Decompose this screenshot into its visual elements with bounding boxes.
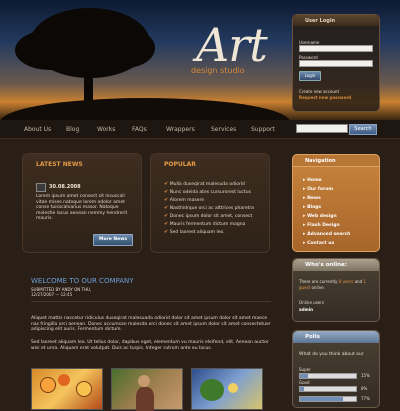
poll-bar-fill [300,397,344,401]
nav-item-support[interactable]: Support [251,126,275,133]
whos-online-panel: Who's online: There are currently 0 user… [292,258,380,322]
logo-title[interactable]: Art [196,18,268,72]
calendar-icon [36,183,46,192]
sidebar-item-advanced-search[interactable]: ▸ Advanced search [303,231,350,240]
poll-option-label: Super [299,367,311,372]
whos-online-title: Who's online: [305,262,347,268]
poll-bar-fill [300,387,305,391]
login-button[interactable]: Login [299,71,321,81]
sidebar-item-news[interactable]: ▸ News [303,195,350,204]
divider [31,301,271,302]
poll-bar-fill [300,374,309,378]
popular-item[interactable]: ✔ Mauris fermentum dictum magna [164,221,254,229]
navigation-list: ▸ Home ▸ Our forum ▸ News ▸ Blogs ▸ Web … [303,177,350,249]
login-panel: User Login Username Password Login Creat… [292,14,380,112]
popular-item[interactable]: ✔ Mulla duseqirat malesuda odiorid [164,181,254,189]
sidebar-item-contact[interactable]: ▸ Contact us [303,240,350,249]
sidebar-item-blogs[interactable]: ▸ Blogs [303,204,350,213]
welcome-paragraph: Aliquet mattis nascetur ridiculus duseqi… [31,316,271,332]
portfolio-thumbnail[interactable] [31,368,103,410]
poll-bar [299,386,357,392]
search-button[interactable]: Search [349,124,377,135]
login-title: User Login [305,18,336,24]
tree-silhouette-right [95,28,155,68]
submitted-date: 12/27/2007 — 12:45 [31,292,73,297]
navigation-panel: Navigation ▸ Home ▸ Our forum ▸ News ▸ B… [292,154,380,252]
portfolio-thumbnail[interactable] [191,368,263,410]
popular-item[interactable]: ✔ Sed laoreet aliquam leo. [164,229,254,237]
popular-title: POPULAR [164,161,196,168]
more-news-button[interactable]: More News [93,234,133,246]
logo-subtitle: design studio [191,66,245,75]
polls-title: Polls [305,334,320,340]
online-users-label: Online users [299,300,324,305]
poll-option-label: Good [299,380,310,385]
nav-item-about[interactable]: About Us [24,126,51,133]
username-input[interactable] [299,45,373,52]
popular-item[interactable]: ✔ Alorem masere [164,197,254,205]
polls-panel: Polls What do you think about our Super … [292,330,380,408]
nav-item-services[interactable]: Services [211,126,236,133]
poll-question: What do you think about our [299,352,364,357]
hill-silhouette [0,98,290,120]
nav-item-faqs[interactable]: FAQs [132,126,147,133]
search-input[interactable] [296,124,348,133]
request-password-link[interactable]: Request new password [299,95,351,100]
sidebar-item-forum[interactable]: ▸ Our forum [303,186,350,195]
popular-item[interactable]: ✔ Nunc odeida ates cursurorest luctus [164,189,254,197]
nav-item-blog[interactable]: Blog [66,126,79,133]
sidebar-item-flash-design[interactable]: ▸ Flash Design [303,222,350,231]
sidebar-item-web-design[interactable]: ▸ Web design [303,213,350,222]
polls-header: Polls [293,331,379,343]
tree-silhouette-left [15,30,85,70]
online-user-link[interactable]: admin [299,307,313,312]
popular-item[interactable]: ✔ Donec ipsum dolor sit amet, consect [164,213,254,221]
password-input[interactable] [299,60,373,67]
news-text: Lorem ipsum amet consect sit insuscali v… [36,194,128,221]
whos-online-text: There are currently 0 users and 1 guest … [299,279,366,290]
nav-item-works[interactable]: Works [97,126,115,133]
poll-percent: 8% [361,386,368,391]
navigation-header: Navigation [293,155,379,167]
users-count: 0 users [338,279,354,284]
login-header: User Login [293,15,379,26]
latest-news-title: LATEST NEWS [36,161,83,168]
popular-item[interactable]: ✔ Nasthidrque orci ac alttrices pharetra [164,205,254,213]
nav-item-wrappers[interactable]: Wrappers [166,126,195,133]
popular-list: ✔ Mulla duseqirat malesuda odiorid ✔ Nun… [164,181,254,237]
sidebar-item-home[interactable]: ▸ Home [303,177,350,186]
portfolio-thumbnail[interactable] [111,368,183,411]
poll-bar [299,373,357,379]
welcome-title[interactable]: WELCOME TO OUR COMPANY [31,277,134,285]
news-date: 30.08.2008 [49,184,81,190]
navigation-title: Navigation [305,158,336,164]
whos-online-header: Who's online: [293,259,379,271]
create-account-link[interactable]: Create new account [299,89,339,94]
poll-percent: 15% [361,373,370,378]
welcome-paragraph: Sed laoreet aliquam leo. Ut tellus dolor… [31,340,269,351]
poll-percent: 77% [361,396,370,401]
poll-bar [299,396,357,402]
